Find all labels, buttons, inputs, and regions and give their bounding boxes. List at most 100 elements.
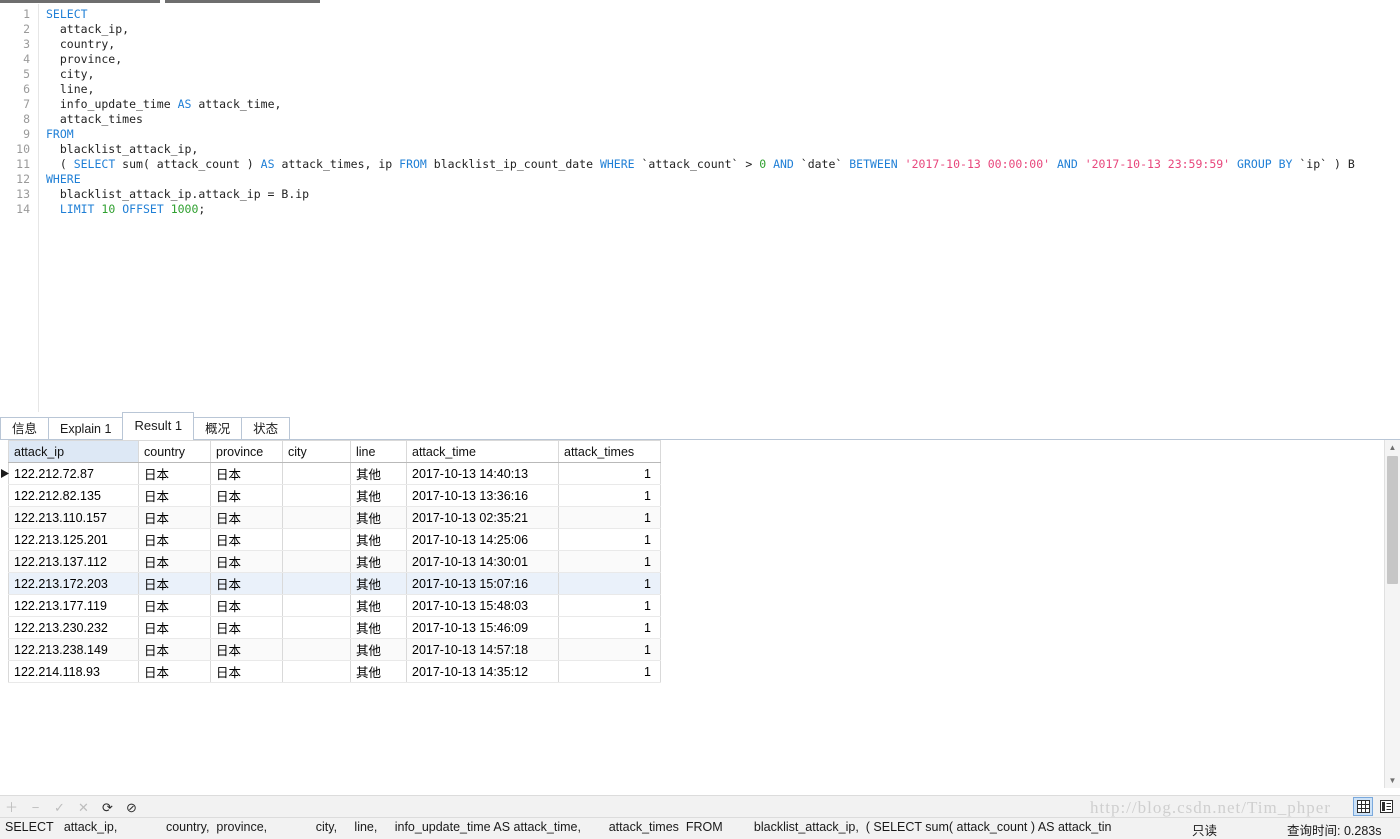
table-cell[interactable]: 日本 [210,660,283,683]
refresh-button[interactable]: ⟳ [100,800,115,815]
result-grid-vertical-scrollbar[interactable]: ▲ ▼ [1384,440,1400,788]
table-row[interactable]: 122.213.110.157 日本 日本 其他 2017-10-13 02:35:21… [8,506,661,529]
table-cell[interactable]: 1 [558,572,661,595]
table-cell[interactable]: 其他 [350,484,407,507]
table-cell[interactable]: 122.212.72.87 [8,462,139,485]
table-cell[interactable] [282,484,351,507]
table-cell[interactable]: 122.213.172.203 [8,572,139,595]
table-cell[interactable]: 日本 [138,660,211,683]
table-cell[interactable]: 122.214.118.93 [8,660,139,683]
table-cell[interactable]: 1 [558,616,661,639]
table-row[interactable]: 122.213.177.119 日本 日本 其他 2017-10-13 15:48:03… [8,594,661,617]
table-cell[interactable] [282,638,351,661]
table-cell[interactable]: 122.213.230.232 [8,616,139,639]
sql-editor[interactable]: 1 SELECT 2 attack_ip, 3 country, 4 province,… [0,4,1400,412]
table-cell[interactable]: 日本 [210,506,283,529]
column-header[interactable]: attack_times [558,440,661,463]
table-row[interactable]: 122.213.125.201 日本 日本 其他 2017-10-13 14:25:06… [8,528,661,551]
scroll-down-arrow-icon[interactable]: ▼ [1385,773,1400,788]
table-cell[interactable]: 其他 [350,616,407,639]
table-cell[interactable]: 1 [558,550,661,573]
table-cell[interactable]: 2017-10-13 14:57:18 [406,638,559,661]
table-cell[interactable] [282,660,351,683]
table-cell[interactable]: 1 [558,506,661,529]
table-cell[interactable]: 其他 [350,638,407,661]
table-cell[interactable] [282,462,351,485]
table-row[interactable]: 122.212.82.135 日本 日本 其他 2017-10-13 13:36:16 1 [8,484,661,507]
table-cell[interactable]: 122.213.137.112 [8,550,139,573]
table-cell[interactable]: 日本 [138,616,211,639]
table-cell[interactable]: 122.213.177.119 [8,594,139,617]
table-cell[interactable]: 日本 [138,462,211,485]
table-row[interactable]: 122.213.238.149 日本 日本 其他 2017-10-13 14:57:18… [8,638,661,661]
result-grid-body[interactable]: 122.212.72.87 日本 日本 其他 2017-10-13 14:40:13 1 1… [8,462,661,683]
table-cell[interactable]: 2017-10-13 15:46:09 [406,616,559,639]
column-header[interactable]: attack_ip [8,440,139,463]
table-row[interactable]: 122.213.230.232 日本 日本 其他 2017-10-13 15:46:09… [8,616,661,639]
table-cell[interactable]: 日本 [138,506,211,529]
results-tab[interactable]: 概况 [193,417,243,439]
table-cell[interactable]: 122.212.82.135 [8,484,139,507]
result-grid-header-row[interactable]: attack_ip country province city line attack_t… [8,440,661,463]
table-cell[interactable]: 2017-10-13 14:30:01 [406,550,559,573]
table-cell[interactable]: 日本 [138,528,211,551]
table-cell[interactable]: 1 [558,660,661,683]
table-cell[interactable]: 日本 [138,572,211,595]
grid-view-button[interactable] [1353,797,1373,816]
editor-tab-2[interactable] [165,0,320,3]
table-cell[interactable] [282,594,351,617]
form-view-button[interactable] [1376,797,1396,816]
table-cell[interactable]: 1 [558,638,661,661]
column-header[interactable]: line [350,440,407,463]
results-tab[interactable]: Explain 1 [48,417,124,439]
table-cell[interactable]: 其他 [350,550,407,573]
table-cell[interactable]: 日本 [210,572,283,595]
column-header[interactable]: province [210,440,283,463]
table-row[interactable]: 122.213.137.112 日本 日本 其他 2017-10-13 14:30:01… [8,550,661,573]
table-cell[interactable] [282,506,351,529]
scrollbar-thumb[interactable] [1387,456,1398,584]
table-cell[interactable] [282,616,351,639]
table-cell[interactable]: 2017-10-13 13:36:16 [406,484,559,507]
column-header[interactable]: attack_time [406,440,559,463]
table-cell[interactable]: 日本 [138,484,211,507]
table-cell[interactable]: 1 [558,528,661,551]
column-header[interactable]: city [282,440,351,463]
result-grid-container[interactable]: attack_ip country province city line attack_t… [0,440,1400,802]
stop-button[interactable]: ⊘ [124,800,139,815]
table-cell[interactable]: 日本 [138,550,211,573]
table-cell[interactable]: 其他 [350,572,407,595]
table-cell[interactable]: 122.213.238.149 [8,638,139,661]
table-cell[interactable]: 2017-10-13 02:35:21 [406,506,559,529]
table-cell[interactable]: 其他 [350,660,407,683]
table-cell[interactable]: 其他 [350,462,407,485]
view-toggle-group[interactable] [1353,797,1396,816]
table-cell[interactable] [282,572,351,595]
table-cell[interactable]: 其他 [350,594,407,617]
table-cell[interactable]: 122.213.125.201 [8,528,139,551]
scroll-up-arrow-icon[interactable]: ▲ [1385,440,1400,455]
record-toolbar-icons[interactable]: ＋ − ✓ ✕ ⟳ ⊘ [4,796,139,818]
sql-code-area[interactable]: 1 SELECT 2 attack_ip, 3 country, 4 province,… [0,7,1400,217]
table-cell[interactable]: 1 [558,484,661,507]
table-cell[interactable]: 1 [558,462,661,485]
table-cell[interactable]: 122.213.110.157 [8,506,139,529]
column-header[interactable]: country [138,440,211,463]
table-cell[interactable]: 日本 [210,638,283,661]
table-cell[interactable]: 其他 [350,528,407,551]
table-cell[interactable]: 2017-10-13 14:40:13 [406,462,559,485]
editor-tab-1[interactable] [0,0,160,3]
results-tab-list[interactable]: 信息 Explain 1 Result 1 概况 状态 [0,412,291,440]
table-cell[interactable]: 日本 [210,550,283,573]
table-row[interactable]: 122.212.72.87 日本 日本 其他 2017-10-13 14:40:13 1 [8,462,661,485]
table-cell[interactable]: 2017-10-13 15:48:03 [406,594,559,617]
table-cell[interactable]: 其他 [350,506,407,529]
table-cell[interactable] [282,550,351,573]
table-row[interactable]: 122.213.172.203 日本 日本 其他 2017-10-13 15:07:16… [8,572,661,595]
table-cell[interactable]: 2017-10-13 14:25:06 [406,528,559,551]
table-cell[interactable]: 日本 [210,462,283,485]
table-cell[interactable]: 2017-10-13 15:07:16 [406,572,559,595]
results-tab[interactable]: 信息 [0,417,50,439]
result-grid[interactable]: attack_ip country province city line attack_t… [8,440,661,683]
table-cell[interactable]: 日本 [210,594,283,617]
